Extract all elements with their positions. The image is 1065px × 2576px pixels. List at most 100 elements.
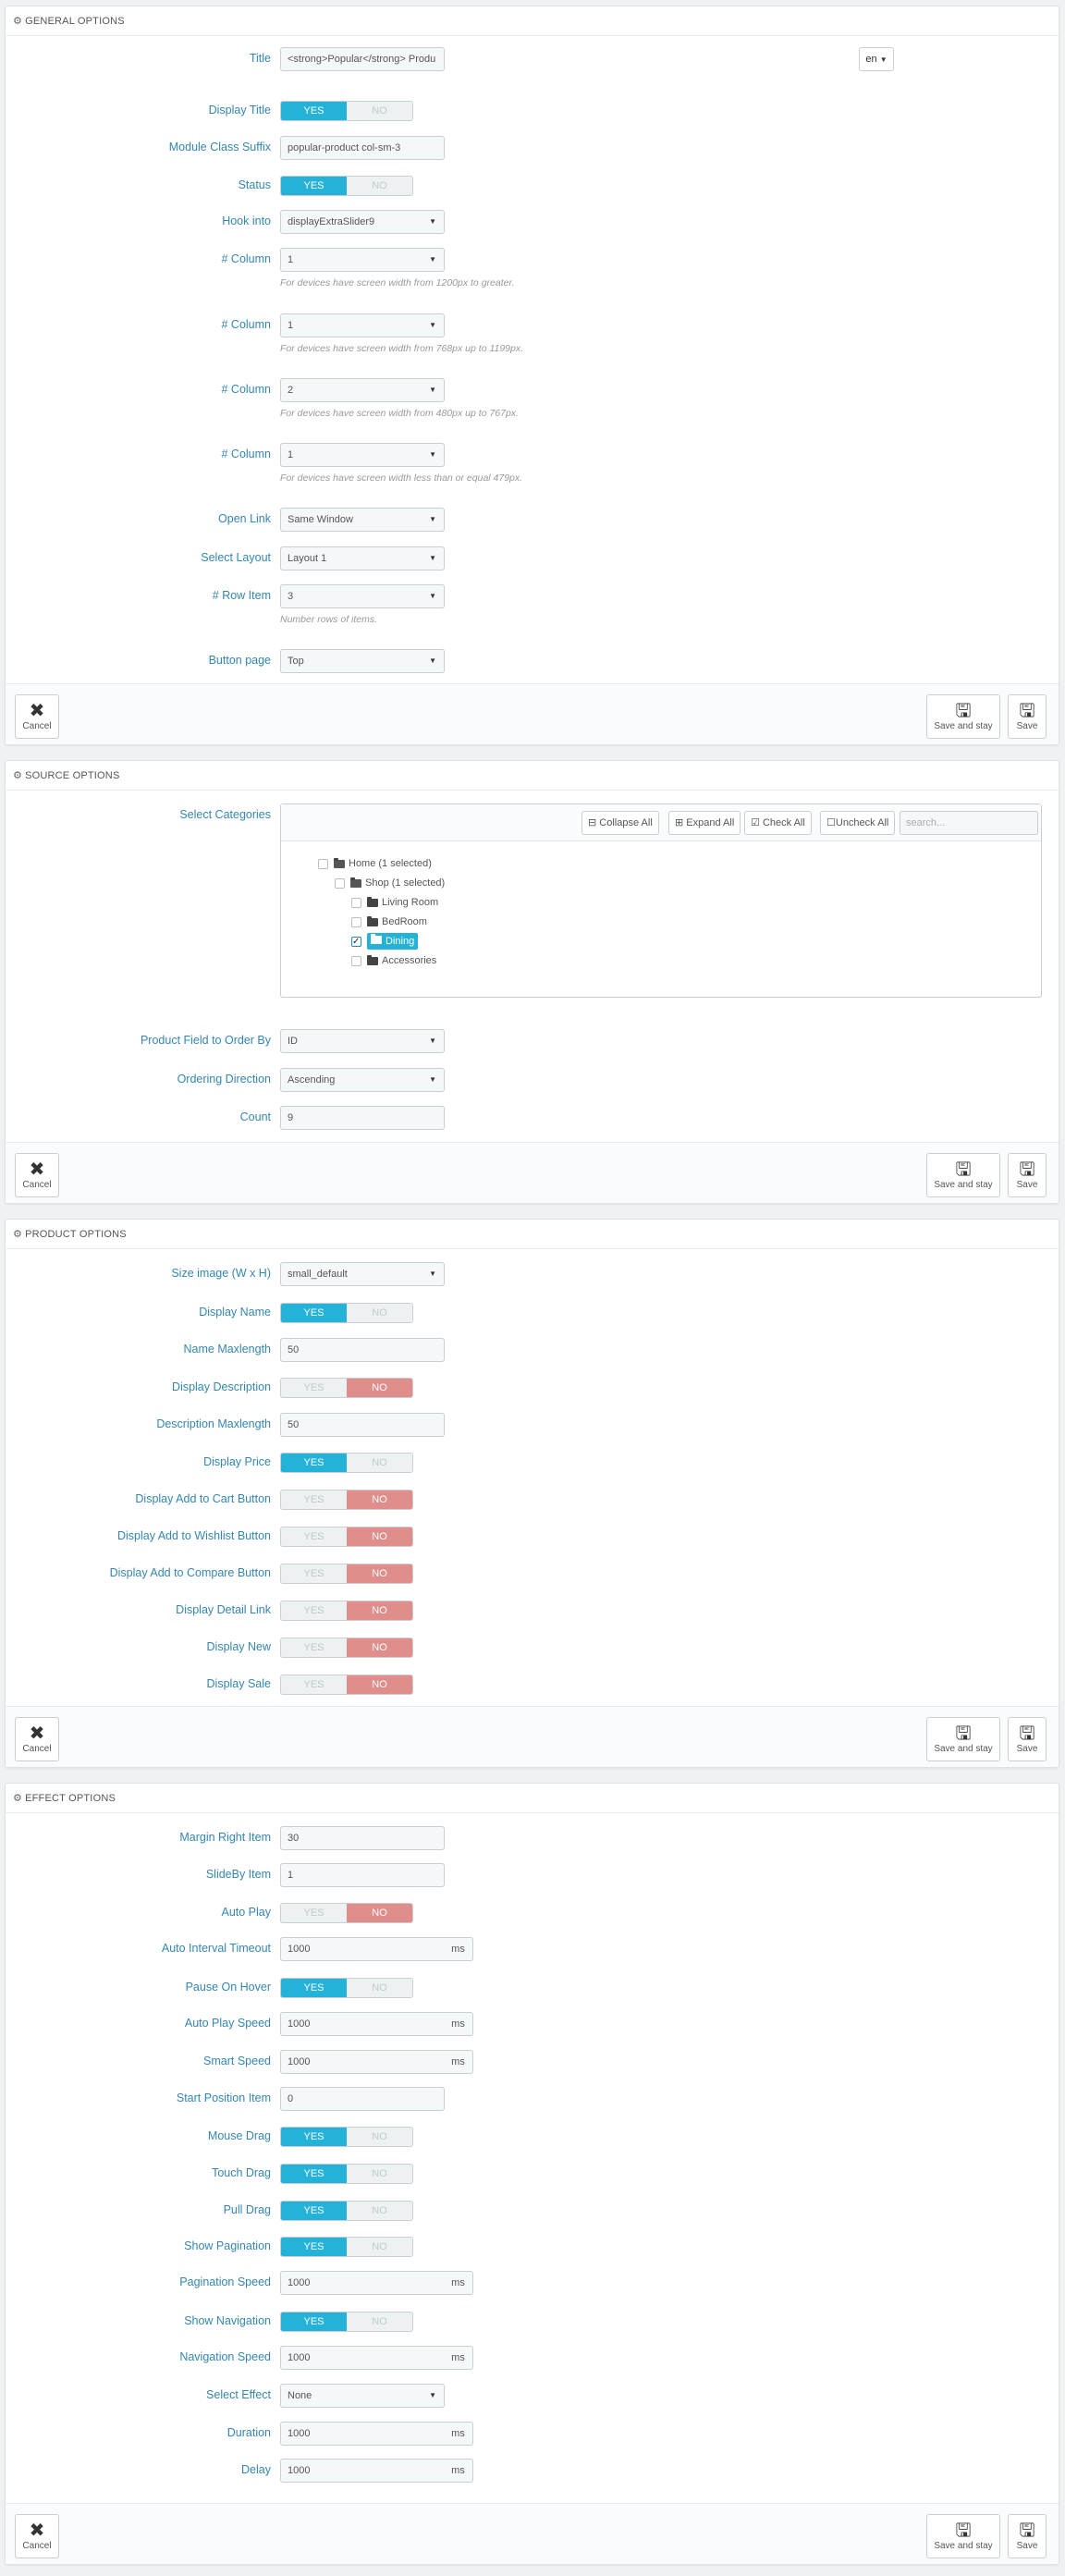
navigation-speed-input[interactable]: 1000 [280,2346,445,2370]
checkbox[interactable] [318,858,328,869]
hook-label: Hook into [222,215,271,227]
show-pagination-switch[interactable]: YES NO [280,2237,413,2257]
cancel-button[interactable]: ✖ Cancel [15,1717,59,1761]
checkbox[interactable] [351,916,361,927]
column-lg-select[interactable]: 1 ▼ [280,248,445,272]
save-button[interactable]: 🖫 Save [1008,1717,1047,1761]
pull-drag-switch[interactable]: YES NO [280,2201,413,2221]
size-image-label: Size image (W x H) [171,1267,271,1280]
detail-link-switch[interactable]: YES NO [280,1601,413,1621]
display-name-switch[interactable]: YES NO [280,1303,413,1323]
select-effect-label: Select Effect [206,2388,271,2401]
description-maxlength-input[interactable]: 50 [280,1413,445,1437]
caret-down-icon: ▼ [429,217,436,226]
caret-down-icon: ▼ [429,1075,436,1084]
cancel-button[interactable]: ✖ Cancel [15,694,59,739]
check-square-icon: ☑ [751,817,760,828]
cancel-button[interactable]: ✖ Cancel [15,2514,59,2558]
column-sm-select[interactable]: 2 ▼ [280,378,445,402]
count-input[interactable]: 9 [280,1106,445,1130]
display-sale-switch[interactable]: YES NO [280,1674,413,1695]
checkbox-checked[interactable] [351,934,361,951]
save-and-stay-button[interactable]: 🖫 Save and stay [926,2514,1000,2558]
checkbox[interactable] [335,877,345,889]
select-effect-select[interactable]: None ▼ [280,2384,445,2408]
interval-label: Auto Interval Timeout [161,1942,271,1955]
tree-node-accessories[interactable]: Accessories [351,952,436,969]
panel-footer: ✖ Cancel 🖫 Save and stay 🖫 Save [6,683,1059,744]
margin-right-input[interactable]: 30 [280,1826,445,1850]
class-suffix-input[interactable]: popular-product col-sm-3 [280,136,445,160]
folder-icon [367,915,378,926]
row-item-select[interactable]: 3 ▼ [280,584,445,608]
caret-down-icon: ▼ [429,592,436,600]
tree-node-dining[interactable]: Dining [351,933,419,951]
tree-search-input[interactable]: search... [900,811,1038,835]
check-all-button[interactable]: ☑ Check All [744,811,812,835]
panel-heading: ⚙ GENERAL OPTIONS [6,6,1059,36]
auto-play-switch[interactable]: YES NO [280,1903,413,1923]
pagination-speed-input[interactable]: 1000 [280,2271,445,2295]
panel-heading: ⚙ PRODUCT OPTIONS [6,1220,1059,1249]
ms-addon: ms [444,2050,473,2074]
size-image-select[interactable]: small_default ▼ [280,1262,445,1286]
duration-input[interactable]: 1000 [280,2422,445,2446]
autoplay-speed-label: Auto Play Speed [184,2017,271,2030]
column-md-select[interactable]: 1 ▼ [280,313,445,337]
row-item-label: # Row Item [212,589,271,602]
add-wishlist-switch[interactable]: YES NO [280,1527,413,1547]
save-button[interactable]: 🖫 Save [1008,2514,1047,2558]
column-sm-hint: For devices have screen width from 480px… [280,408,519,419]
start-position-label: Start Position Item [176,2091,271,2104]
smart-speed-input[interactable]: 1000 [280,2050,445,2074]
navigation-speed-label: Navigation Speed [179,2350,271,2363]
expand-all-button[interactable]: ⊞ Expand All [668,811,741,835]
product-options-panel: ⚙ PRODUCT OPTIONS Size image (W x H) smal… [5,1219,1059,1768]
delay-input[interactable]: 1000 [280,2459,445,2483]
interval-input[interactable]: 1000 [280,1937,445,1961]
title-input[interactable]: <strong>Popular</strong> Produ [280,47,445,71]
cancel-button[interactable]: ✖ Cancel [15,1153,59,1197]
add-compare-switch[interactable]: YES NO [280,1564,413,1584]
name-maxlength-label: Name Maxlength [183,1343,272,1355]
pagination-speed-group: 1000 ms [280,2271,473,2295]
open-link-select[interactable]: Same Window ▼ [280,508,445,532]
display-new-switch[interactable]: YES NO [280,1638,413,1658]
mouse-drag-switch[interactable]: YES NO [280,2127,413,2147]
save-and-stay-button[interactable]: 🖫 Save and stay [926,694,1000,739]
display-description-switch[interactable]: YES NO [280,1378,413,1398]
pause-hover-switch[interactable]: YES NO [280,1978,413,1998]
save-button[interactable]: 🖫 Save [1008,1153,1047,1197]
layout-select[interactable]: Layout 1 ▼ [280,546,445,570]
autoplay-speed-input[interactable]: 1000 [280,2012,445,2036]
tree-node-bedroom[interactable]: BedRoom [351,914,427,930]
save-and-stay-button[interactable]: 🖫 Save and stay [926,1717,1000,1761]
save-and-stay-button[interactable]: 🖫 Save and stay [926,1153,1000,1197]
language-dropdown[interactable]: en ▼ [859,47,894,71]
status-switch[interactable]: YES NO [280,176,413,196]
column-xs-select[interactable]: 1 ▼ [280,443,445,467]
show-navigation-switch[interactable]: YES NO [280,2312,413,2332]
tree-node-home[interactable]: Home (1 selected) [318,855,432,872]
button-page-select[interactable]: Top ▼ [280,649,445,673]
slideby-input[interactable]: 1 [280,1863,445,1887]
display-title-switch[interactable]: YES NO [280,101,413,121]
checkbox[interactable] [351,955,361,966]
tree-node-living-room[interactable]: Living Room [351,894,438,911]
hook-select[interactable]: displayExtraSlider9 ▼ [280,210,445,234]
add-cart-switch[interactable]: YES NO [280,1490,413,1510]
touch-drag-switch[interactable]: YES NO [280,2164,413,2184]
direction-select[interactable]: Ascending ▼ [280,1068,445,1092]
collapse-all-button[interactable]: ⊟ Collapse All [581,811,659,835]
plus-square-icon: ⊞ [675,817,684,828]
uncheck-all-button[interactable]: ☐Uncheck All [820,811,896,835]
display-description-label: Display Description [172,1380,271,1393]
save-button[interactable]: 🖫 Save [1008,694,1047,739]
start-position-input[interactable]: 0 [280,2087,445,2111]
name-maxlength-input[interactable]: 50 [280,1338,445,1362]
checkbox[interactable] [351,897,361,908]
tree-node-shop[interactable]: Shop (1 selected) [335,875,445,891]
display-price-switch[interactable]: YES NO [280,1453,413,1473]
caret-down-icon: ▼ [429,2391,436,2399]
order-by-select[interactable]: ID ▼ [280,1029,445,1053]
